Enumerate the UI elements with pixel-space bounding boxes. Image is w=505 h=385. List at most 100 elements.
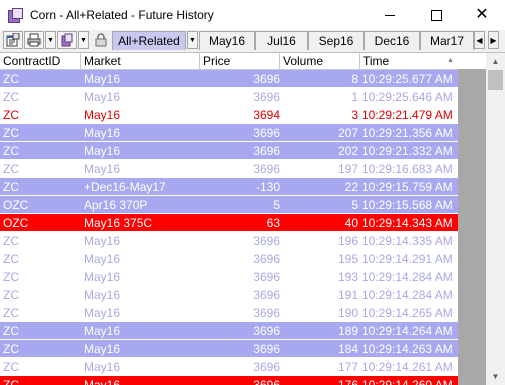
cell-market: May16 [84, 270, 121, 284]
cell-price: 3696 [253, 360, 280, 374]
tab-may16[interactable]: May16 [199, 31, 255, 50]
close-button[interactable]: ✕ [459, 0, 505, 30]
tab-dec16[interactable]: Dec16 [364, 31, 420, 50]
colors-button[interactable] [57, 31, 77, 49]
table-row[interactable]: ZC May16 3696 196 10:29:14.335 AM [0, 232, 458, 250]
cell-contractid: ZC [3, 378, 19, 385]
chevron-up-icon: ▲ [491, 57, 500, 66]
cell-price: 3696 [253, 90, 280, 104]
cell-volume: 196 [337, 234, 358, 248]
cell-volume: 1 [351, 90, 358, 104]
column-header-time[interactable]: Time ▲ [360, 53, 458, 69]
cell-market: May16 [84, 342, 121, 356]
table-row[interactable]: ZC +Dec16-May17 -130 22 10:29:15.759 AM [0, 178, 458, 196]
cell-contractid: ZC [3, 108, 19, 122]
properties-button[interactable] [3, 31, 23, 49]
table-row[interactable]: ZC May16 3696 202 10:29:21.332 AM [0, 142, 458, 160]
cell-market: May16 [84, 306, 121, 320]
tab-jul16[interactable]: Jul16 [255, 31, 308, 50]
column-header-market[interactable]: Market [81, 53, 200, 69]
cell-volume: 177 [337, 360, 358, 374]
cell-volume: 197 [337, 162, 358, 176]
tabs-scroll-right-button[interactable]: ▶ [488, 31, 499, 49]
table-row[interactable]: ZC May16 3696 184 10:29:14.263 AM [0, 340, 458, 358]
cell-market: May16 375C [84, 216, 153, 230]
tab-all-related[interactable]: All+Related [112, 31, 186, 50]
scroll-down-button[interactable]: ▼ [486, 368, 505, 385]
print-icon [27, 33, 41, 47]
print-options-dropdown[interactable]: ▼ [45, 31, 56, 49]
lock-button[interactable] [91, 31, 111, 49]
table-row[interactable]: ZC May16 3696 191 10:29:14.284 AM [0, 286, 458, 304]
cell-time: 10:29:14.260 AM [362, 378, 453, 385]
cell-price: 3696 [253, 324, 280, 338]
lock-icon [95, 33, 107, 47]
cell-volume: 195 [337, 252, 358, 266]
vertical-scrollbar[interactable]: ▲ ▼ [486, 53, 505, 385]
cell-price: 3696 [253, 378, 280, 385]
cell-market: May16 [84, 162, 121, 176]
cell-volume: 207 [337, 126, 358, 140]
table-row[interactable]: ZC May16 3696 193 10:29:14.284 AM [0, 268, 458, 286]
colors-options-dropdown[interactable]: ▼ [78, 31, 89, 49]
table-row[interactable]: ZC May16 3696 197 10:29:16.683 AM [0, 160, 458, 178]
cell-price: 3696 [253, 342, 280, 356]
cell-time: 10:29:25.646 AM [362, 90, 453, 104]
cell-price: 3696 [253, 234, 280, 248]
sort-ascending-icon: ▲ [447, 57, 454, 64]
column-header-volume[interactable]: Volume [280, 53, 360, 69]
tab-list-dropdown[interactable]: ▼ [187, 31, 198, 49]
table-row[interactable]: ZC May16 3696 190 10:29:14.265 AM [0, 304, 458, 322]
scroll-thumb[interactable] [488, 70, 503, 90]
tab-sep16[interactable]: Sep16 [308, 31, 364, 50]
chevron-down-icon: ▼ [491, 372, 500, 381]
table-row[interactable]: ZC May16 3696 1 10:29:25.646 AM [0, 88, 458, 106]
grid-header: ContractID Market Price Volume Time ▲ [0, 53, 486, 70]
cell-contractid: ZC [3, 126, 19, 140]
table-row[interactable]: ZC May16 3696 176 10:29:14.260 AM [0, 376, 458, 385]
cell-volume: 202 [337, 144, 358, 158]
cell-time: 10:29:15.568 AM [362, 198, 453, 212]
scroll-up-button[interactable]: ▲ [486, 53, 505, 70]
cell-market: May16 [84, 72, 121, 86]
chevron-right-icon: ▶ [490, 35, 497, 45]
minimize-button[interactable] [367, 0, 413, 30]
grid-empty-area [458, 69, 486, 385]
colors-icon [61, 33, 73, 47]
cell-contractid: ZC [3, 234, 19, 248]
close-icon: ✕ [475, 6, 489, 23]
cell-contractid: ZC [3, 144, 19, 158]
toolbar: ▼ ▼ All+Related ▼ May16 Jul16 Sep16 Dec1… [0, 30, 505, 53]
app-icon[interactable] [8, 8, 23, 23]
cell-contractid: ZC [3, 72, 19, 86]
table-row[interactable]: ZC May16 3696 195 10:29:14.291 AM [0, 250, 458, 268]
column-header-contractid[interactable]: ContractID [0, 53, 81, 69]
cell-contractid: ZC [3, 252, 19, 266]
table-row[interactable]: ZC May16 3696 207 10:29:21.356 AM [0, 124, 458, 142]
column-header-price[interactable]: Price [200, 53, 280, 69]
cell-price: 3696 [253, 270, 280, 284]
cell-price: 3696 [253, 288, 280, 302]
cell-market: +Dec16-May17 [84, 180, 166, 194]
table-row[interactable]: ZC May16 3696 177 10:29:14.261 AM [0, 358, 458, 376]
table-row[interactable]: OZC May16 375C 63 40 10:29:14.343 AM [0, 214, 458, 232]
table-row[interactable]: ZC May16 3696 189 10:29:14.264 AM [0, 322, 458, 340]
tabs-scroll-left-button[interactable]: ◀ [474, 31, 485, 49]
cell-contractid: ZC [3, 288, 19, 302]
tab-mar17[interactable]: Mar17 [420, 31, 474, 50]
cell-volume: 193 [337, 270, 358, 284]
cell-time: 10:29:14.284 AM [362, 270, 453, 284]
cell-price: 3696 [253, 252, 280, 266]
cell-market: May16 [84, 90, 121, 104]
cell-volume: 22 [344, 180, 358, 194]
cell-contractid: ZC [3, 270, 19, 284]
cell-contractid: ZC [3, 90, 19, 104]
cell-time: 10:29:14.343 AM [362, 216, 453, 230]
table-row[interactable]: ZC May16 3694 3 10:29:21.479 AM [0, 106, 458, 124]
table-row[interactable]: OZC Apr16 370P 5 5 10:29:15.568 AM [0, 196, 458, 214]
maximize-button[interactable] [413, 0, 459, 30]
history-grid[interactable]: ContractID Market Price Volume Time ▲ ZC… [0, 53, 486, 385]
cell-time: 10:29:16.683 AM [362, 162, 453, 176]
table-row[interactable]: ZC May16 3696 8 10:29:25.677 AM [0, 70, 458, 88]
print-button[interactable] [24, 31, 44, 49]
